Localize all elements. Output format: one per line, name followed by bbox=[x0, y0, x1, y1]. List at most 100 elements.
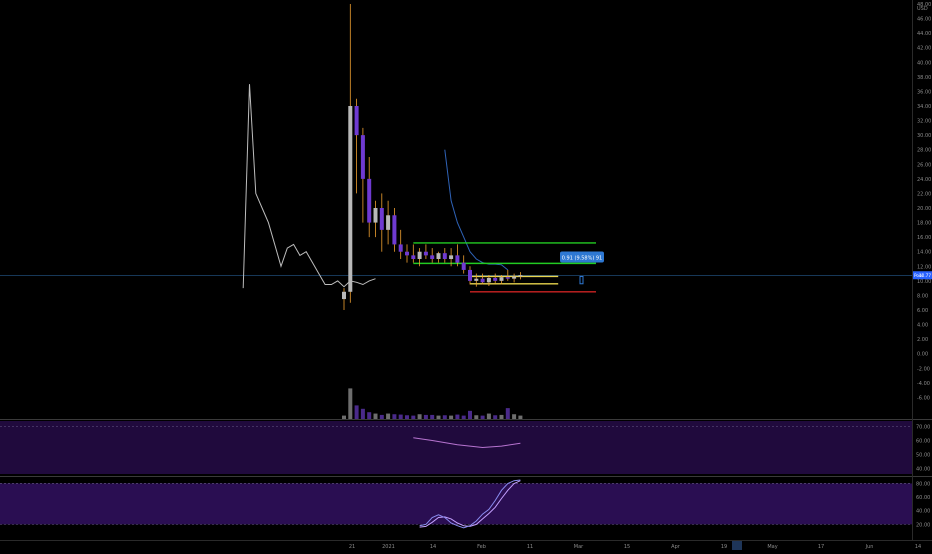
price-tick-label: 38.00 bbox=[917, 75, 931, 81]
price-tick-label: 40.00 bbox=[917, 60, 931, 66]
price-tick-label: 42.00 bbox=[917, 46, 931, 52]
volume-bar bbox=[455, 414, 460, 419]
candle-body bbox=[486, 277, 491, 283]
volume-bar bbox=[436, 415, 441, 419]
stoch-tick-label: 60.00 bbox=[916, 495, 930, 501]
candle-body bbox=[480, 278, 485, 283]
time-tick-label: Jun bbox=[865, 544, 874, 550]
candle-body bbox=[360, 135, 365, 179]
price-tick-label: 0.00 bbox=[917, 352, 928, 358]
volume-bar bbox=[468, 410, 472, 419]
volume-bar bbox=[442, 415, 447, 419]
time-tick-label: 19 bbox=[721, 544, 727, 550]
price-tick-label: 6.00 bbox=[917, 308, 928, 314]
price-tick-label: 12.00 bbox=[917, 264, 931, 270]
time-tick-label: 11 bbox=[527, 544, 533, 550]
price-tick-label: 18.00 bbox=[917, 221, 931, 227]
stoch-tick-label: 20.00 bbox=[916, 522, 930, 528]
volume-bar bbox=[512, 414, 517, 419]
time-tick-label: 15 bbox=[624, 544, 630, 550]
candle-body bbox=[442, 253, 447, 259]
candle-body bbox=[379, 208, 384, 230]
stoch-band-fill bbox=[0, 483, 912, 525]
candle-body bbox=[392, 215, 397, 245]
stoch-tick-label: 40.00 bbox=[916, 509, 930, 515]
candle-body bbox=[493, 277, 498, 281]
time-tick-label: 14 bbox=[915, 544, 921, 550]
price-tick-label: 34.00 bbox=[917, 104, 931, 110]
price-tick-label: -4.00 bbox=[917, 381, 930, 387]
time-tick-label: Feb bbox=[477, 544, 486, 550]
volume-bar bbox=[405, 415, 409, 419]
price-tick-label: 16.00 bbox=[917, 235, 931, 241]
volume-bar bbox=[386, 413, 391, 419]
candle-body bbox=[354, 106, 359, 136]
volume-bar bbox=[360, 408, 365, 419]
volume-bar bbox=[379, 414, 384, 419]
candle-body bbox=[373, 208, 378, 223]
price-tick-label: 26.00 bbox=[917, 162, 931, 168]
volume-bar bbox=[423, 414, 428, 419]
candle-body bbox=[411, 255, 416, 259]
candle-body bbox=[499, 277, 504, 281]
chart-root: 70.00 60.00 50.00 40.00 80.00 60.00 40.00 20.0… bbox=[0, 0, 932, 550]
time-tick-label: May bbox=[767, 544, 777, 550]
time-tick-label: 14 bbox=[430, 544, 436, 550]
currency-label: USD bbox=[917, 6, 928, 12]
candle-body bbox=[423, 251, 428, 256]
volume-bar bbox=[480, 415, 485, 419]
candle-body bbox=[348, 106, 353, 292]
price-tick-label: 2.00 bbox=[917, 337, 928, 343]
time-axis-background bbox=[0, 540, 932, 550]
rsi-tick-label: 40.00 bbox=[916, 466, 930, 472]
price-tick-label: 20.00 bbox=[917, 206, 931, 212]
rsi-tick-label: 60.00 bbox=[916, 439, 930, 445]
price-tick-label: 36.00 bbox=[917, 89, 931, 95]
candle-body bbox=[398, 244, 403, 252]
rsi-panel: 70.00 60.00 50.00 40.00 bbox=[0, 421, 930, 474]
volume-bar bbox=[417, 414, 422, 419]
candle-body bbox=[518, 275, 523, 277]
volume-bar bbox=[392, 414, 397, 419]
price-tick-label: 30.00 bbox=[917, 133, 931, 139]
price-tick-label: -6.00 bbox=[917, 395, 930, 401]
price-tick-label: 46.00 bbox=[917, 17, 931, 23]
candle-body bbox=[474, 278, 479, 281]
volume-bar bbox=[342, 415, 346, 419]
volume-bar bbox=[367, 412, 372, 419]
volume-bar bbox=[461, 415, 466, 419]
measure-label: 0.91 (9.58%) 91 bbox=[562, 256, 602, 262]
time-tick-label: Mar bbox=[574, 544, 584, 550]
volume-bar bbox=[398, 414, 403, 419]
volume-bar bbox=[430, 414, 435, 419]
candle-body bbox=[405, 251, 409, 256]
volume-bar bbox=[505, 408, 510, 419]
price-tick-label: 22.00 bbox=[917, 191, 931, 197]
time-axis[interactable]: 21202114Feb11Mar15Apr19May17Jun14Jul bbox=[0, 540, 932, 550]
price-tick-label: 24.00 bbox=[917, 177, 931, 183]
volume-bar bbox=[474, 415, 479, 419]
candle-body bbox=[430, 255, 435, 259]
time-tick-label: 2021 bbox=[382, 544, 395, 550]
volume-bar bbox=[348, 388, 353, 419]
candle-body bbox=[505, 277, 510, 279]
price-tick-label: 4.00 bbox=[917, 323, 928, 329]
price-tick-label: 28.00 bbox=[917, 148, 931, 154]
volume-bar bbox=[493, 415, 498, 419]
price-tick-label: 32.00 bbox=[917, 119, 931, 125]
time-tick-label: 17 bbox=[818, 544, 824, 550]
rsi-tick-label: 50.00 bbox=[916, 452, 930, 458]
volume-bar bbox=[411, 415, 416, 419]
candle-body bbox=[512, 276, 517, 279]
chart-canvas[interactable]: 70.00 60.00 50.00 40.00 80.00 60.00 40.00 20.0… bbox=[0, 0, 932, 550]
candle-body bbox=[342, 291, 346, 300]
price-tick-label: 44.00 bbox=[917, 31, 931, 37]
volume-bar bbox=[449, 415, 454, 419]
volume-bar bbox=[354, 405, 359, 419]
stoch-tick-label: 80.00 bbox=[916, 481, 930, 487]
stoch-panel: 80.00 60.00 40.00 20.00 bbox=[0, 479, 930, 528]
candle-body bbox=[367, 178, 372, 223]
volume-bar bbox=[486, 413, 491, 419]
time-highlight-box bbox=[732, 541, 742, 550]
price-tick-label: 14.00 bbox=[917, 250, 931, 256]
